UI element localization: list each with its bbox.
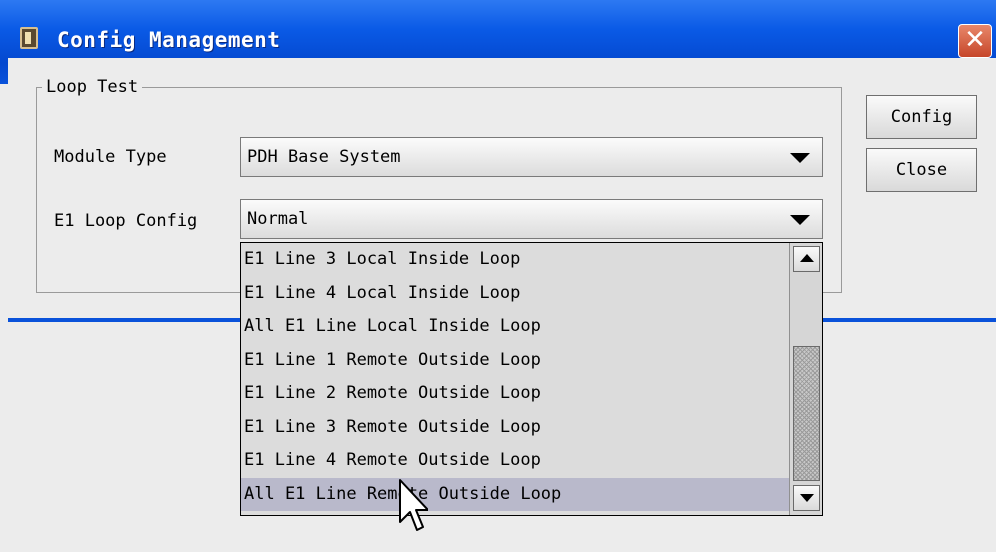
dropdown-option[interactable]: E1 Line 1 Remote Outside Loop bbox=[241, 344, 791, 378]
dropdown-option[interactable]: E1 Line 3 Remote Outside Loop bbox=[241, 411, 791, 445]
group-title: Loop Test bbox=[42, 77, 143, 97]
scrollbar-thumb[interactable] bbox=[793, 346, 820, 481]
chevron-down-icon bbox=[790, 215, 810, 225]
e1-loop-config-value: Normal bbox=[247, 209, 309, 229]
window-close-button[interactable]: ✕ bbox=[958, 24, 992, 58]
close-button[interactable]: Close bbox=[866, 148, 977, 192]
e1-loop-config-select[interactable]: Normal bbox=[240, 199, 823, 239]
chevron-down-icon bbox=[790, 153, 810, 163]
e1-loop-config-dropdown[interactable]: E1 Line 3 Local Inside Loop E1 Line 4 Lo… bbox=[240, 242, 823, 516]
dropdown-option[interactable]: E1 Line 2 Remote Outside Loop bbox=[241, 377, 791, 411]
dropdown-option[interactable]: E1 Line 4 Local Inside Loop bbox=[241, 277, 791, 311]
e1-loop-config-label: E1 Loop Config bbox=[54, 211, 198, 231]
scroll-up-arrow-icon[interactable] bbox=[793, 246, 820, 272]
dropdown-list: E1 Line 3 Local Inside Loop E1 Line 4 Lo… bbox=[241, 243, 791, 511]
window-title: Config Management bbox=[57, 28, 281, 52]
dropdown-option-selected[interactable]: All E1 Line Remote Outside Loop bbox=[241, 477, 791, 511]
dropdown-scrollbar[interactable] bbox=[789, 243, 822, 515]
module-type-label: Module Type bbox=[54, 147, 167, 167]
config-button[interactable]: Config bbox=[866, 95, 977, 139]
dropdown-option[interactable]: All E1 Line Local Inside Loop bbox=[241, 310, 791, 344]
app-icon bbox=[20, 27, 38, 49]
scroll-down-arrow-icon[interactable] bbox=[793, 485, 820, 511]
module-type-value: PDH Base System bbox=[247, 147, 401, 167]
mouse-cursor-icon bbox=[399, 479, 428, 531]
dropdown-option[interactable]: E1 Line 4 Remote Outside Loop bbox=[241, 444, 791, 478]
dropdown-option[interactable]: E1 Line 3 Local Inside Loop bbox=[241, 243, 791, 277]
module-type-select[interactable]: PDH Base System bbox=[240, 137, 823, 177]
